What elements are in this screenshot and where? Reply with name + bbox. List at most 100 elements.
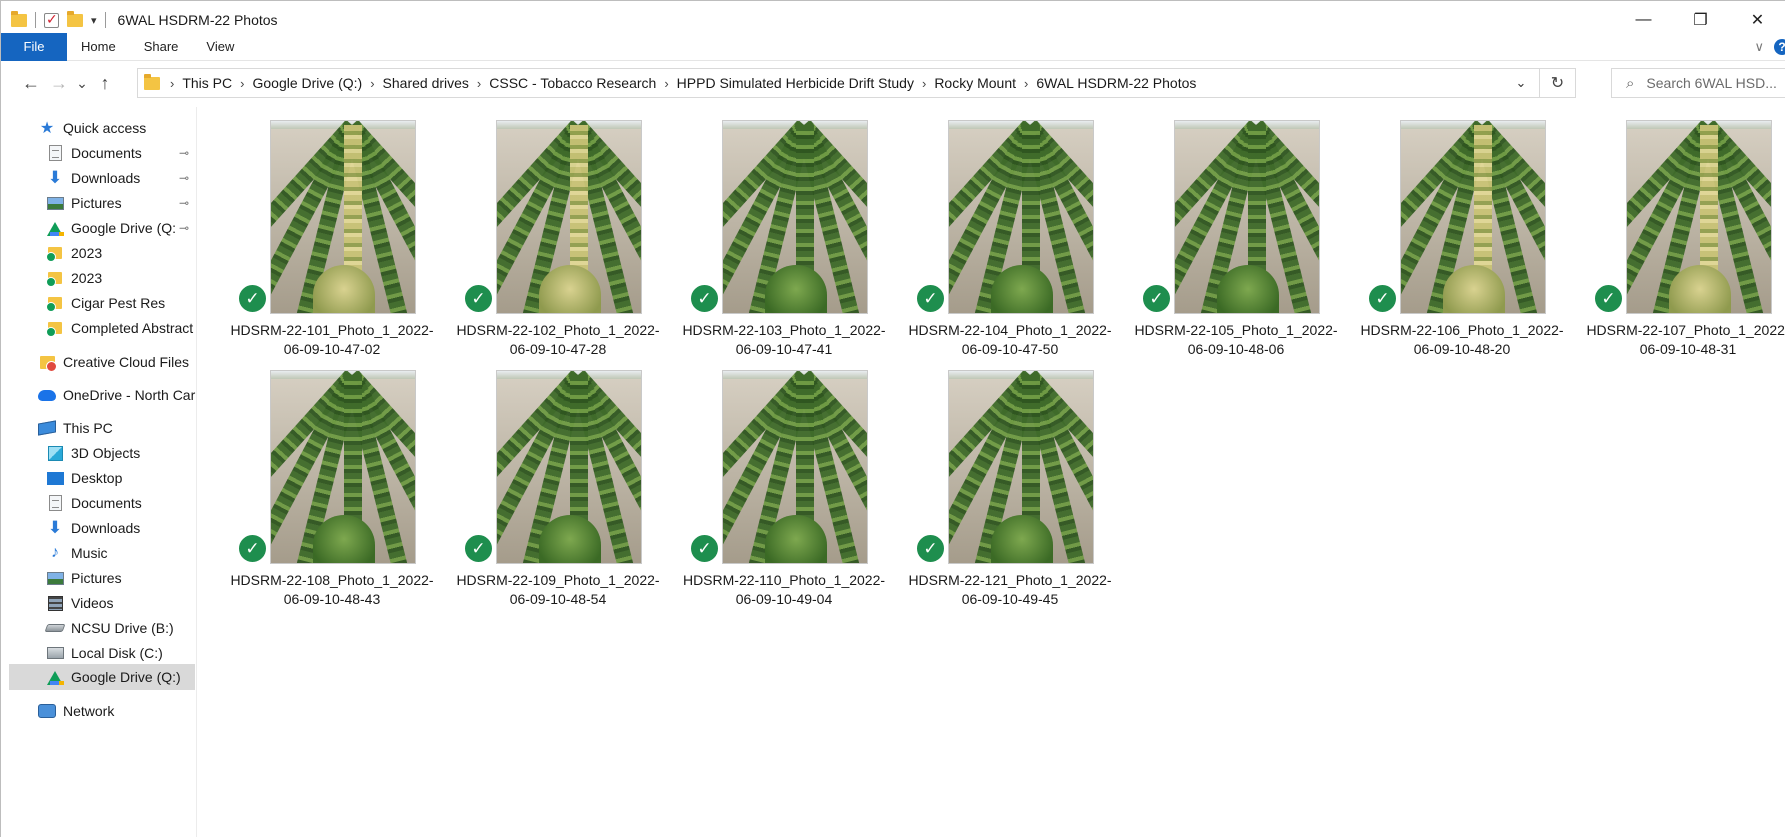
sidebar-item[interactable]: Videos — [1, 590, 196, 616]
tab-view[interactable]: View — [192, 33, 248, 61]
breadcrumb-current-folder[interactable]: 6WAL HSDRM-22 Photos — [1030, 75, 1202, 91]
photo-thumbnail[interactable] — [722, 120, 868, 314]
quick-access-dropdown-icon[interactable]: ▾ — [91, 14, 97, 27]
photo-thumbnail[interactable] — [496, 370, 642, 564]
sidebar-item[interactable]: Pictures ⊸ — [1, 190, 196, 216]
sidebar-item[interactable]: Google Drive (Q: ⊸ — [1, 215, 196, 241]
tab-home[interactable]: Home — [67, 33, 130, 61]
file-item[interactable]: ✓ HDSRM-22-106_Photo_1_2022- 06-09-10-48-2… — [1350, 107, 1574, 357]
sidebar-item-label: Documents — [71, 145, 142, 161]
new-folder-icon[interactable] — [67, 10, 83, 27]
file-list: ✓ HDSRM-22-101_Photo_1_2022- 06-09-10-47-0… — [198, 107, 1785, 837]
sidebar-item[interactable]: This PC — [1, 415, 196, 441]
file-item[interactable]: ✓ HDSRM-22-108_Photo_1_2022- 06-09-10-48-4… — [220, 357, 444, 607]
photo-thumbnail[interactable] — [722, 370, 868, 564]
navigation-pane[interactable]: ★ Quick access Documents ⊸ ⬇ Downloads ⊸ Pictur… — [1, 107, 197, 837]
file-name: HDSRM-22-109_Photo_1_2022- 06-09-10-48-54 — [446, 571, 670, 609]
music-icon: ♪ — [51, 544, 59, 561]
photo-thumbnail[interactable] — [1626, 120, 1772, 314]
tab-file[interactable]: File — [1, 32, 67, 61]
breadcrumb-rocky-mount[interactable]: Rocky Mount — [928, 75, 1022, 91]
search-input[interactable]: ⌕ Search 6WAL HSD... — [1611, 68, 1785, 98]
pin-icon: ⊸ — [179, 146, 190, 160]
sidebar-item[interactable]: Pictures — [1, 565, 196, 591]
breadcrumb-google-drive[interactable]: Google Drive (Q:) — [246, 75, 368, 91]
sidebar-item-label: Pictures — [71, 195, 122, 211]
file-item[interactable]: ✓ HDSRM-22-121_Photo_1_2022- 06-09-10-49-4… — [898, 357, 1122, 607]
shared-folder-icon — [46, 295, 64, 312]
photo-thumbnail[interactable] — [270, 120, 416, 314]
sidebar-item[interactable]: 3D Objects — [1, 440, 196, 466]
file-item[interactable]: ✓ HDSRM-22-103_Photo_1_2022- 06-09-10-47-4… — [672, 107, 896, 357]
pictures-icon — [46, 195, 64, 211]
file-name: HDSRM-22-101_Photo_1_2022- 06-09-10-47-02 — [220, 321, 444, 359]
sidebar-item[interactable]: Creative Cloud Files — [1, 349, 196, 375]
breadcrumb-hppd-study[interactable]: HPPD Simulated Herbicide Drift Study — [671, 75, 920, 91]
downloads-icon: ⬇ — [47, 168, 63, 187]
sidebar-item[interactable]: NCSU Drive (B:) — [1, 615, 196, 641]
sidebar-item[interactable]: OneDrive - North Car — [1, 382, 196, 408]
expand-ribbon-icon[interactable]: ∨ — [1754, 39, 1764, 55]
videos-icon — [46, 595, 64, 611]
local-disk-icon — [46, 645, 64, 661]
sidebar-item[interactable]: Network — [1, 698, 196, 724]
file-item[interactable]: ✓ HDSRM-22-101_Photo_1_2022- 06-09-10-47-0… — [220, 107, 444, 357]
forward-button[interactable]: → — [45, 73, 73, 94]
sidebar-item[interactable]: ⬇ Downloads ⊸ — [1, 165, 196, 191]
recent-locations-icon[interactable]: ⌄ — [73, 75, 91, 92]
file-item[interactable]: ✓ HDSRM-22-109_Photo_1_2022- 06-09-10-48-5… — [446, 357, 670, 607]
photo-thumbnail[interactable] — [1400, 120, 1546, 314]
breadcrumb-shared-drives[interactable]: Shared drives — [377, 75, 475, 91]
refresh-button[interactable]: ↻ — [1540, 68, 1576, 98]
breadcrumb-cssc-tobacco-research[interactable]: CSSC - Tobacco Research — [483, 75, 662, 91]
chevron-right-icon[interactable]: › — [238, 76, 246, 91]
sidebar-item[interactable]: 2023 — [1, 240, 196, 266]
file-item[interactable]: ✓ HDSRM-22-104_Photo_1_2022- 06-09-10-47-5… — [898, 107, 1122, 357]
sync-status-icon: ✓ — [914, 282, 947, 315]
chevron-right-icon[interactable]: › — [475, 76, 483, 91]
back-button[interactable]: ← — [17, 73, 45, 94]
sidebar-item-label: Quick access — [63, 120, 147, 136]
properties-icon[interactable] — [44, 11, 59, 28]
pictures-icon — [46, 570, 64, 586]
chevron-right-icon[interactable]: › — [168, 76, 176, 91]
photo-thumbnail[interactable] — [948, 120, 1094, 314]
photo-thumbnail[interactable] — [1174, 120, 1320, 314]
navigation-bar: ← → ⌄ ↑ › This PC › Google Drive (Q:) › … — [1, 61, 1785, 105]
sync-status-icon: ✓ — [1366, 282, 1399, 315]
chevron-right-icon[interactable]: › — [368, 76, 376, 91]
sidebar-item-label: Music — [71, 545, 108, 561]
chevron-right-icon[interactable]: › — [662, 76, 670, 91]
photo-thumbnail[interactable] — [496, 120, 642, 314]
chevron-right-icon[interactable]: › — [920, 76, 928, 91]
sidebar-item-label: Completed Abstract — [71, 320, 194, 336]
help-icon[interactable]: ? — [1774, 39, 1785, 55]
file-item[interactable]: ✓ HDSRM-22-105_Photo_1_2022- 06-09-10-48-0… — [1124, 107, 1348, 357]
sidebar-item[interactable]: ♪ Music — [1, 540, 196, 566]
photo-thumbnail[interactable] — [270, 370, 416, 564]
sidebar-item[interactable]: Google Drive (Q:) — [9, 664, 195, 690]
sidebar-item[interactable]: ★ Quick access — [1, 115, 196, 141]
up-button[interactable]: ↑ — [91, 73, 119, 94]
sidebar-item[interactable]: Documents — [1, 490, 196, 516]
tab-share[interactable]: Share — [130, 33, 193, 61]
search-icon: ⌕ — [1626, 74, 1635, 92]
file-name-line: 06-09-10-48-20 — [1413, 341, 1511, 357]
sidebar-item[interactable]: Cigar Pest Res — [1, 290, 196, 316]
divider — [35, 12, 36, 28]
sidebar-item[interactable]: 2023 — [1, 265, 196, 291]
file-item[interactable]: ✓ HDSRM-22-110_Photo_1_2022- 06-09-10-49-0… — [672, 357, 896, 607]
address-dropdown-icon[interactable]: ⌄ — [1503, 69, 1539, 97]
sidebar-item[interactable]: Completed Abstract — [1, 315, 196, 341]
pin-icon: ⊸ — [179, 221, 190, 235]
sidebar-item[interactable]: Desktop — [1, 465, 196, 491]
sidebar-item[interactable]: Local Disk (C:) — [1, 640, 196, 666]
address-bar[interactable]: › This PC › Google Drive (Q:) › Shared d… — [137, 68, 1540, 98]
file-item[interactable]: ✓ HDSRM-22-102_Photo_1_2022- 06-09-10-47-2… — [446, 107, 670, 357]
sidebar-item[interactable]: ⬇ Downloads — [1, 515, 196, 541]
photo-thumbnail[interactable] — [948, 370, 1094, 564]
file-item[interactable]: ✓ HDSRM-22-107_Photo_1_2022- 06-09-10-48-3… — [1576, 107, 1785, 357]
sidebar-item[interactable]: Documents ⊸ — [1, 140, 196, 166]
chevron-right-icon[interactable]: › — [1022, 76, 1030, 91]
breadcrumb-this-pc[interactable]: This PC — [176, 75, 238, 91]
